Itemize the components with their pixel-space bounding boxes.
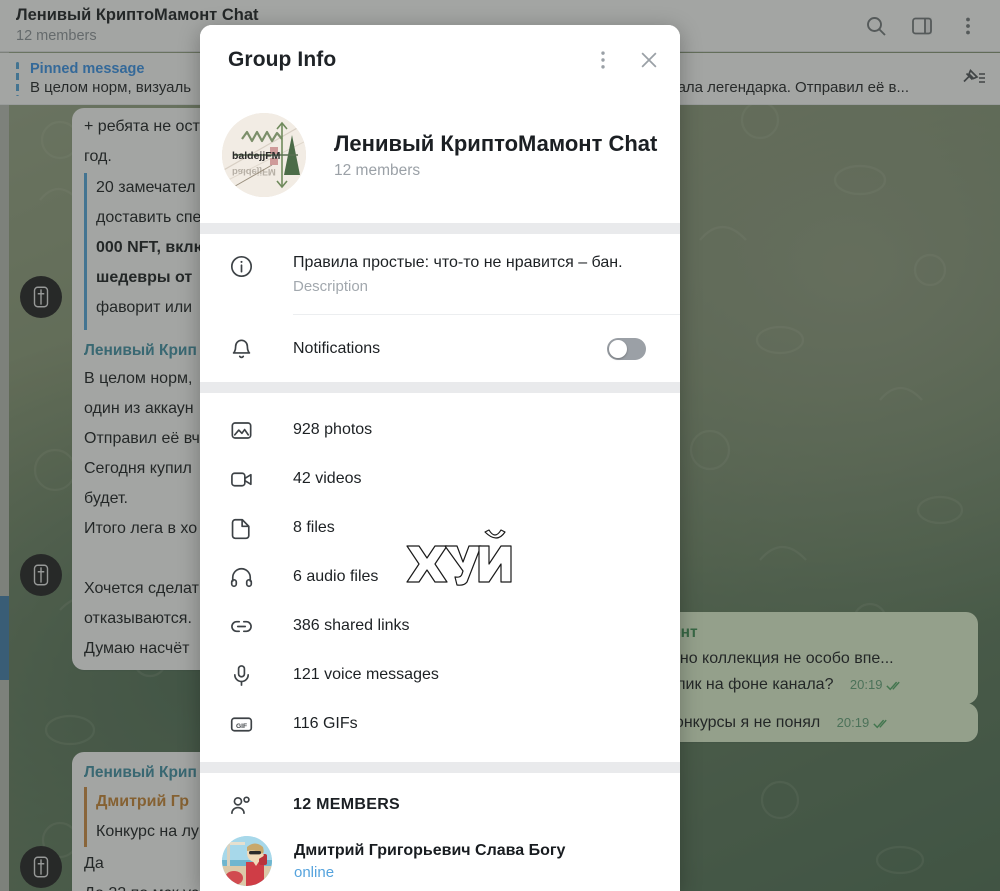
- media-row-videos[interactable]: 42 videos: [200, 454, 680, 503]
- notifications-row[interactable]: Notifications: [200, 315, 680, 382]
- media-label: 386 shared links: [293, 616, 410, 634]
- media-label: 116 GIFs: [293, 714, 358, 732]
- media-row-voice[interactable]: 121 voice messages: [200, 650, 680, 699]
- members-header: 12 MEMBERS: [200, 773, 680, 830]
- panel-header-section: Group Info baldejjFM baldejjFM Ленивый К…: [200, 25, 680, 223]
- notifications-body: Notifications: [293, 337, 656, 360]
- group-identity-row[interactable]: baldejjFM baldejjFM Ленивый КриптоМамонт…: [200, 95, 680, 223]
- bell-icon: [232, 339, 250, 359]
- panel-header-actions: [592, 49, 660, 71]
- audio-icon-wrap: [224, 563, 258, 590]
- media-label: 8 files: [293, 518, 335, 536]
- media-row-files[interactable]: 8 files: [200, 503, 680, 552]
- section-gap: [200, 382, 680, 393]
- group-info-panel: Group Info baldejjFM baldejjFM Ленивый К…: [200, 25, 680, 891]
- member-status: online: [294, 863, 335, 881]
- photo-icon: [231, 422, 252, 439]
- group-avatar[interactable]: baldejjFM baldejjFM: [222, 113, 306, 197]
- notifications-toggle[interactable]: [607, 337, 646, 360]
- telegram-window: + ребята не ост год. 20 замечател достав…: [0, 0, 1000, 891]
- toggle-knob: [609, 339, 627, 358]
- group-avatar-image: baldejjFM baldejjFM: [222, 113, 306, 197]
- voice-icon-wrap: [224, 661, 258, 688]
- media-label: 928 photos: [293, 420, 373, 438]
- headphones-icon: [230, 567, 252, 588]
- more-vertical-icon[interactable]: [592, 49, 614, 71]
- group-name: Ленивый КриптоМамонт Chat: [334, 130, 658, 156]
- section-gap: [200, 223, 680, 234]
- member-meta: Дмитрий Григорьевич Слава Богу online: [294, 840, 565, 883]
- link-icon: [230, 620, 252, 633]
- close-icon[interactable]: [638, 49, 660, 71]
- videos-icon-wrap: [224, 465, 258, 492]
- svg-text:GIF: GIF: [235, 723, 246, 730]
- members-count-title: 12 MEMBERS: [293, 795, 401, 813]
- members-icon-wrap: [224, 791, 258, 818]
- file-icon: [231, 518, 250, 540]
- member-name: Дмитрий Григорьевич Слава Богу: [294, 841, 566, 859]
- links-icon-wrap: [224, 612, 258, 639]
- files-icon-wrap: [224, 514, 258, 541]
- media-row-links[interactable]: 386 shared links: [200, 601, 680, 650]
- member-avatar-image: [222, 836, 272, 886]
- group-meta: Ленивый КриптоМамонт Chat 12 members: [334, 130, 658, 181]
- media-row-photos[interactable]: 928 photos: [200, 405, 680, 454]
- description-value: Правила простые: что-то не нравится – ба…: [293, 254, 623, 271]
- media-row-gifs[interactable]: GIF 116 GIFs: [200, 699, 680, 748]
- media-section: 928 photos 42 videos 8 files 6 audio fil…: [200, 393, 680, 762]
- gifs-icon-wrap: GIF: [224, 710, 258, 737]
- photos-icon-wrap: [224, 416, 258, 443]
- panel-header: Group Info: [200, 25, 680, 95]
- description-icon-wrap: [224, 252, 258, 279]
- microphone-icon: [233, 665, 249, 686]
- gif-icon: GIF: [230, 717, 252, 732]
- member-list-item[interactable]: Дмитрий Григорьевич Слава Богу online: [200, 830, 680, 891]
- panel-title: Group Info: [228, 48, 337, 71]
- members-icon: [230, 796, 250, 815]
- description-body: Правила простые: что-то не нравится – ба…: [293, 252, 656, 297]
- info-circle-icon: [230, 255, 252, 278]
- video-icon: [230, 472, 252, 487]
- media-label: 121 voice messages: [293, 665, 439, 683]
- description-label: Description: [293, 278, 369, 295]
- media-label: 6 audio files: [293, 567, 379, 585]
- group-member-count: 12 members: [334, 161, 421, 179]
- description-row[interactable]: Правила простые: что-то не нравится – ба…: [200, 234, 680, 314]
- media-label: 42 videos: [293, 469, 362, 487]
- member-avatar[interactable]: [222, 836, 272, 886]
- details-section: Правила простые: что-то не нравится – ба…: [200, 234, 680, 382]
- notifications-icon-wrap: [224, 335, 258, 362]
- media-row-audio[interactable]: 6 audio files: [200, 552, 680, 601]
- members-section: 12 MEMBERS Дмитрий Григорьевич Слава Бог…: [200, 773, 680, 891]
- section-gap: [200, 762, 680, 773]
- notifications-label: Notifications: [293, 340, 381, 357]
- svg-text:baldejjFM: baldejjFM: [232, 150, 281, 162]
